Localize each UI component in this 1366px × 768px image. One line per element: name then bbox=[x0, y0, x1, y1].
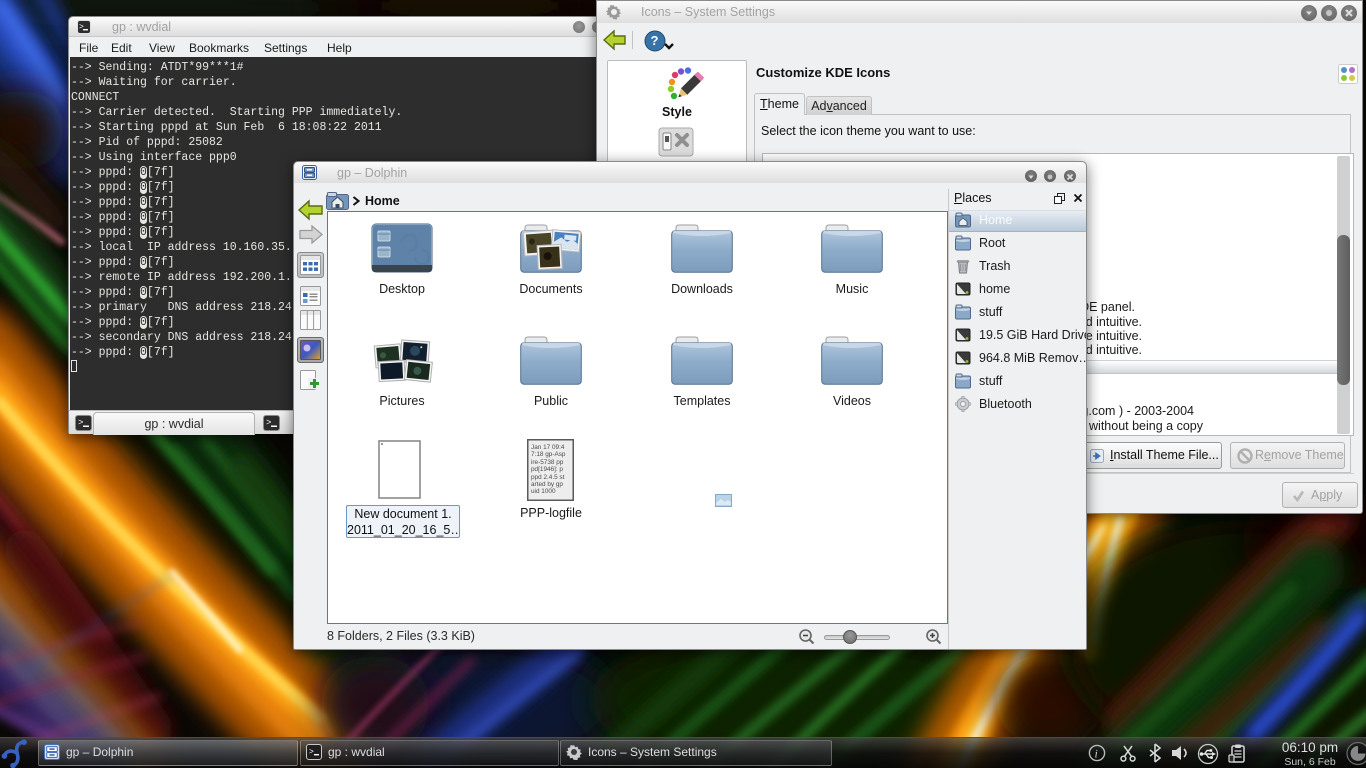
svg-text:>: > bbox=[309, 748, 314, 757]
svg-text:>: > bbox=[78, 418, 83, 428]
svg-text:>: > bbox=[266, 418, 271, 428]
svg-text:>: > bbox=[79, 23, 84, 32]
svg-text:?: ? bbox=[651, 33, 659, 48]
svg-text:i: i bbox=[1095, 747, 1098, 761]
